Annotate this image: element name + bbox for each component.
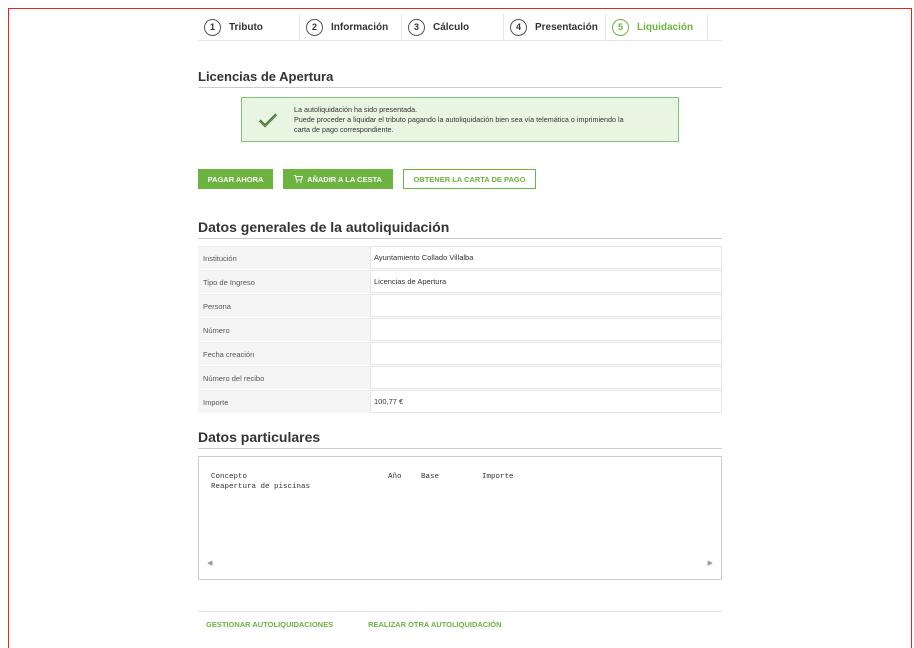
row-value [370,294,722,317]
pay-now-label: PAGAR AHORA [207,174,264,184]
table-row: Número [198,318,722,341]
payment-letter-label: OBTENER LA CARTA DE PAGO [413,174,526,184]
row-label: Número [198,318,370,341]
header-concepto: Concepto [211,473,248,481]
step-liquidacion[interactable]: 5 Liquidación [606,14,708,40]
step-label: Información [331,21,389,33]
row-label: Institución [198,246,370,269]
step-label: Tributo [229,21,263,33]
row-label: Fecha creación [198,342,370,365]
row-value: Licencias de Apertura [370,270,722,293]
table-row: Número del recibo [198,366,722,389]
particular-data-box[interactable]: Concepto Año Base Importe Reapertura de … [198,456,722,580]
pay-now-button[interactable]: PAGAR AHORA [198,169,273,189]
step-label: Presentación [535,21,598,33]
step-number: 5 [612,18,629,36]
header-importe: Importe [482,473,514,481]
action-buttons: PAGAR AHORA AÑADIR A LA CESTA OBTENER LA… [198,169,536,189]
header-base: Base [421,473,440,481]
add-to-cart-button[interactable]: AÑADIR A LA CESTA [283,169,393,189]
row-value: 100,77 € [370,390,722,413]
row-label: Tipo de Ingreso [198,270,370,293]
concept-row: Reapertura de piscinas [211,483,311,491]
step-number: 3 [408,18,425,36]
row-value [370,366,722,389]
step-informacion[interactable]: 2 Información [300,14,402,40]
alert-line: La autoliquidación ha sido presentada. [294,104,418,114]
table-row: Institución Ayuntamiento Collado Villalba [198,246,722,269]
table-row: Fecha creación [198,342,722,365]
row-label: Importe [198,390,370,413]
step-number: 4 [510,18,527,36]
row-label: Número del recibo [198,366,370,389]
table-row: Tipo de Ingreso Licencias de Apertura [198,270,722,293]
step-number: 2 [306,18,323,36]
row-value: Ayuntamiento Collado Villalba [370,246,722,269]
step-label: Cálculo [433,21,470,33]
horizontal-scrollbar[interactable]: ◀ ▶ [207,557,713,569]
table-row: Persona [198,294,722,317]
check-icon [242,112,294,128]
header-anio: Año [388,473,402,481]
alert-line: carta de pago correspondiente. [294,124,394,134]
step-tributo[interactable]: 1 Tributo [198,14,300,40]
step-number: 1 [204,18,221,36]
particular-data-title: Datos particulares [198,429,722,449]
stepper: 1 Tributo 2 Información 3 Cálculo 4 Presenta… [198,14,722,41]
step-calculo[interactable]: 3 Cálculo [402,14,504,40]
general-data-title: Datos generales de la autoliquidación [198,219,722,239]
scroll-right-icon[interactable]: ▶ [708,559,713,567]
add-to-cart-label: AÑADIR A LA CESTA [307,174,382,184]
main-content: 1 Tributo 2 Información 3 Cálculo 4 Presenta… [198,14,722,629]
payment-letter-button[interactable]: OBTENER LA CARTA DE PAGO [403,169,536,189]
general-data-table: Institución Ayuntamiento Collado Villalba… [198,246,722,414]
manage-autoliquidations-link[interactable]: GESTIONAR AUTOLIQUIDACIONES [198,620,333,629]
new-autoliquidation-link[interactable]: REALIZAR OTRA AUTOLIQUIDACIÓN [360,620,501,629]
footer-links: GESTIONAR AUTOLIQUIDACIONES REALIZAR OTR… [198,611,722,629]
scroll-left-icon[interactable]: ◀ [207,559,212,567]
row-label: Persona [198,294,370,317]
cart-icon [294,175,304,183]
table-row: Importe 100,77 € [198,390,722,413]
page-title: Licencias de Apertura [198,69,722,88]
alert-line: Puede proceder a liquidar el tributo pag… [294,114,624,124]
step-presentacion[interactable]: 4 Presentación [504,14,606,40]
success-alert: La autoliquidación ha sido presentada. P… [241,97,679,142]
step-label: Liquidación [637,21,694,33]
row-value [370,342,722,365]
row-value [370,318,722,341]
